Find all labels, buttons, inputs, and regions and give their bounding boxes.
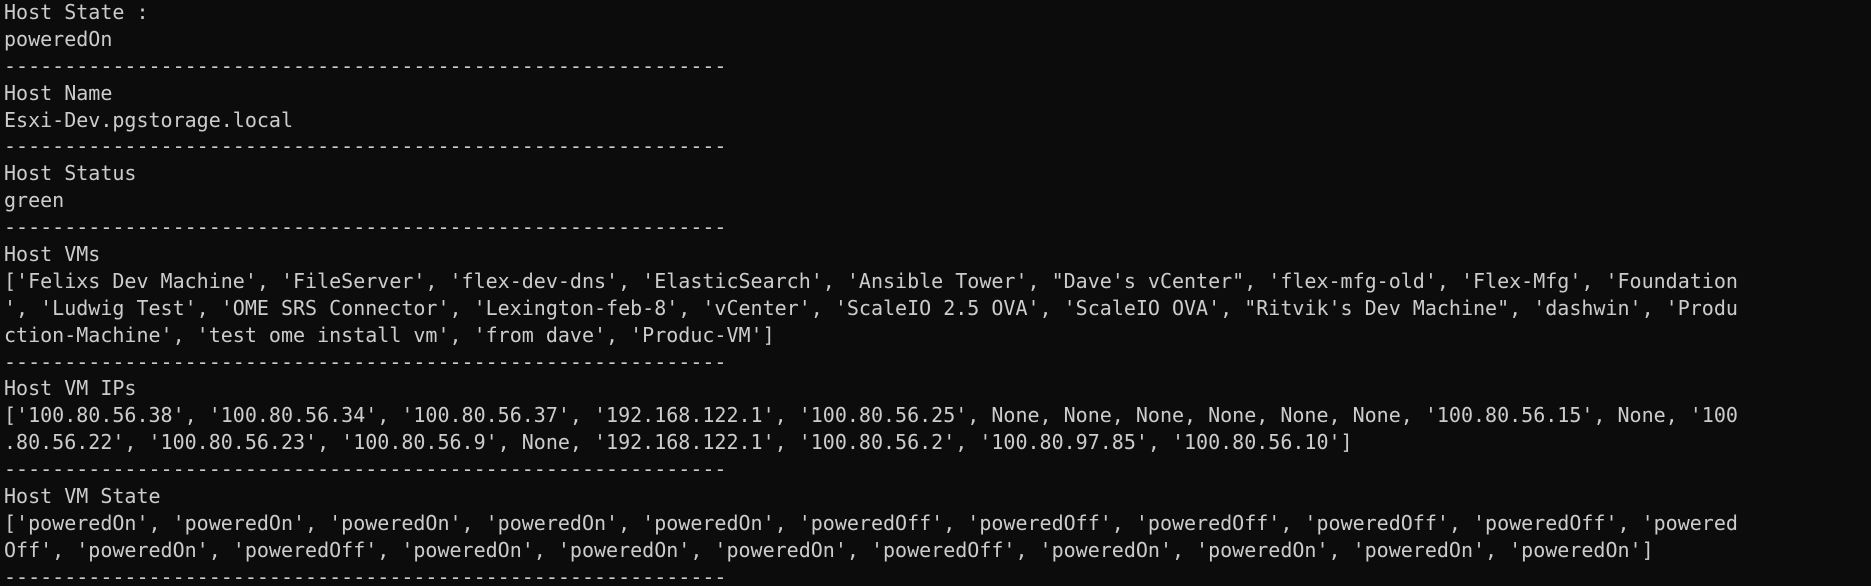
host-vm-state-value-line-1: ['poweredOn', 'poweredOn', 'poweredOn', … (4, 510, 1738, 535)
host-vms-value-line-2: ', 'Ludwig Test', 'OME SRS Connector', '… (4, 295, 1738, 320)
host-state-label: Host State : (4, 0, 149, 24)
separator-line: ----------------------------------------… (4, 564, 727, 586)
host-vms-label: Host VMs (4, 242, 101, 267)
console-output[interactable]: Host State : poweredOn -----------------… (0, 0, 1871, 586)
host-vm-state-label: Host VM State (4, 484, 161, 509)
host-vm-ips-label: Host VM IPs (4, 376, 137, 401)
separator-line: ----------------------------------------… (4, 457, 727, 482)
separator-line: ----------------------------------------… (4, 215, 727, 240)
host-name-value: Esxi-Dev.pgstorage.local (4, 107, 293, 132)
host-vm-ips-value-line-2: .80.56.22', '100.80.56.23', '100.80.56.9… (4, 430, 1353, 455)
host-state-value: poweredOn (4, 26, 113, 51)
host-vm-state-value-line-2: Off', 'poweredOn', 'poweredOff', 'powere… (4, 537, 1654, 562)
separator-line: ----------------------------------------… (4, 349, 727, 374)
separator-line: ----------------------------------------… (4, 53, 727, 78)
host-name-label: Host Name (4, 80, 113, 105)
host-vms-value-line-3: ction-Machine', 'test ome install vm', '… (4, 322, 775, 347)
host-status-label: Host Status (4, 161, 137, 186)
host-status-value: green (4, 188, 65, 213)
host-vm-ips-value-line-1: ['100.80.56.38', '100.80.56.34', '100.80… (4, 403, 1738, 428)
separator-line: ----------------------------------------… (4, 134, 727, 159)
host-vms-value-line-1: ['Felixs Dev Machine', 'FileServer', 'fl… (4, 268, 1738, 293)
